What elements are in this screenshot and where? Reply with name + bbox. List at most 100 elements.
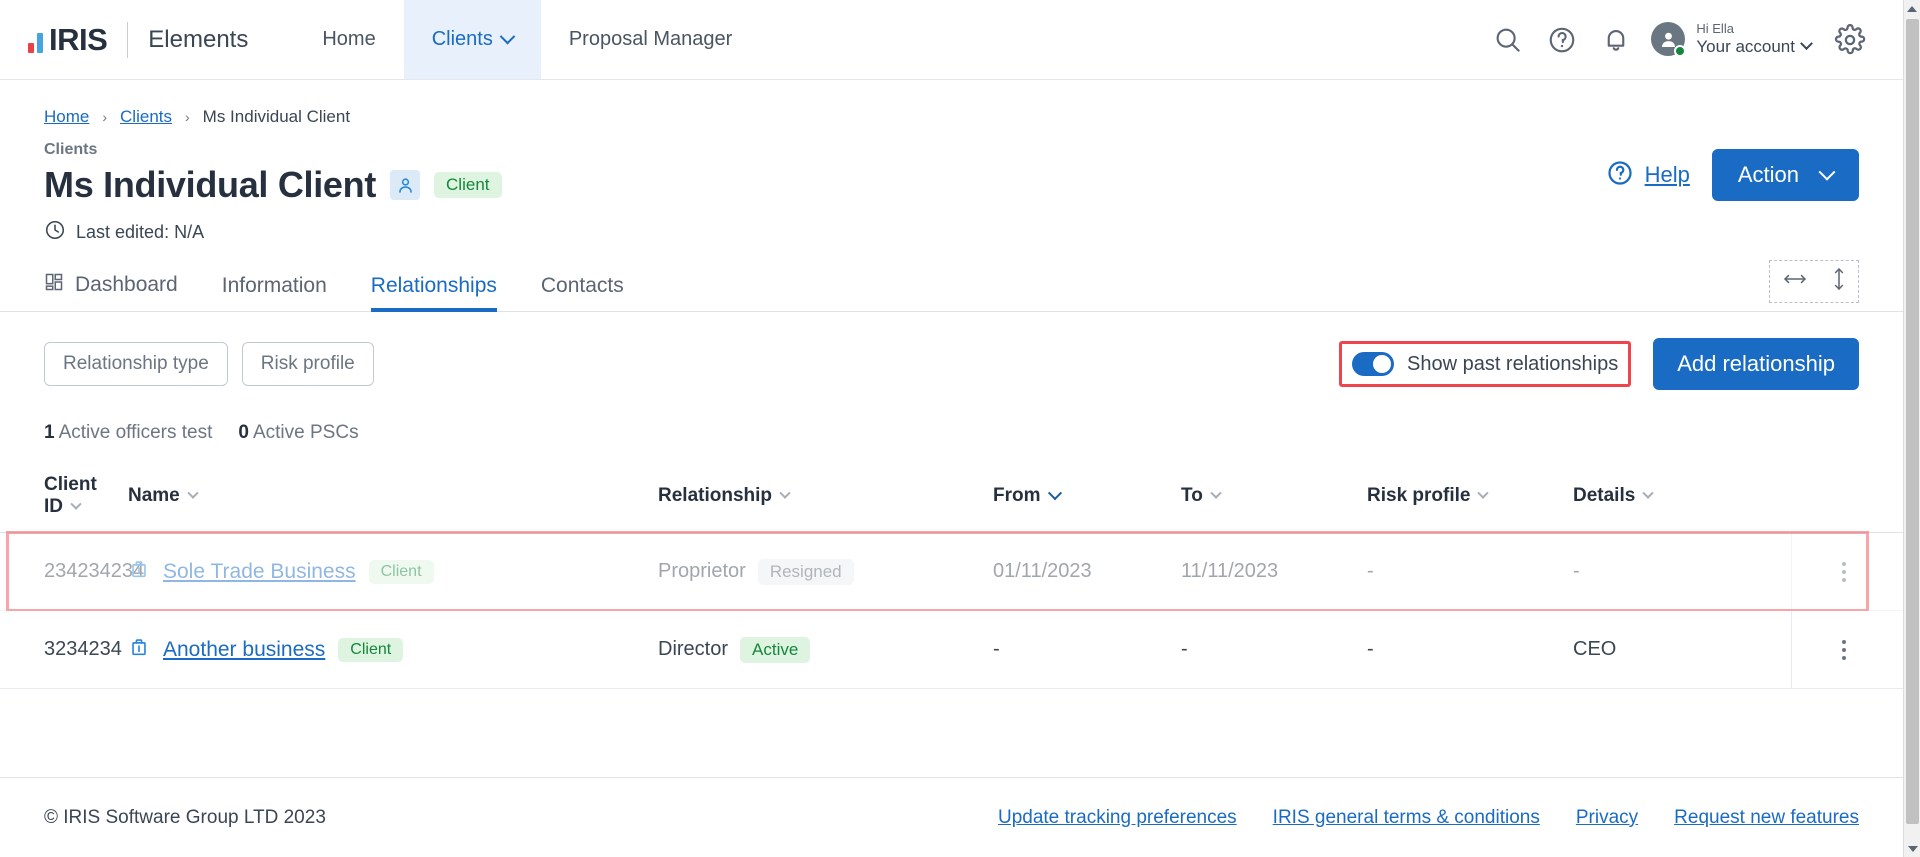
building-icon [128,558,150,586]
row-actions [1753,532,1903,611]
person-icon [390,170,421,200]
cell-relationship: Director Active [658,636,993,663]
column-header-details[interactable]: Details [1573,485,1753,507]
count-active-officers-label: Active officers test [58,422,213,443]
tab-dashboard-label: Dashboard [75,273,178,296]
tab-relationships[interactable]: Relationships [370,274,512,312]
action-button-label: Action [1737,162,1799,187]
row-actions [1753,610,1903,689]
toggle-knob [1372,355,1391,373]
gear-icon[interactable] [1823,13,1877,67]
page-scrollbar[interactable] [1903,0,1920,857]
cell-details: CEO [1573,638,1617,660]
row-menu-button[interactable] [1791,610,1865,689]
scroll-down-arrow-icon[interactable] [1904,840,1920,857]
chevron-down-icon [1800,37,1813,51]
cell-name-badge: Client [338,637,404,662]
cell-name-badge: Client [368,559,434,584]
brand-logo[interactable]: IRIS Elements [0,0,248,79]
column-header-from[interactable]: From [993,485,1181,507]
last-edited-text: Last edited: N/A [76,222,205,242]
breadcrumb-item-home[interactable]: Home [44,107,89,127]
chevron-down-icon [1047,486,1062,501]
grid-icon [44,272,64,298]
page-title: Ms Individual Client [44,164,377,205]
cell-client-id: 234234234 [44,560,145,582]
footer-link-privacy[interactable]: Privacy [1576,807,1638,829]
row-menu-button[interactable] [1791,532,1865,611]
footer-link-request-new-features[interactable]: Request new features [1674,807,1859,829]
add-relationship-button[interactable]: Add relationship [1653,338,1859,390]
count-active-pscs-label: Active PSCs [252,422,359,443]
cell-name-link[interactable]: Sole Trade Business [163,560,356,584]
breadcrumb-item-current: Ms Individual Client [202,107,351,126]
nav-item-clients[interactable]: Clients [403,0,541,79]
filter-relationship-type[interactable]: Relationship type [44,342,228,386]
count-active-officers-value: 1 [44,422,55,443]
tab-dashboard[interactable]: Dashboard [44,272,193,311]
building-icon [128,636,150,664]
cell-details: - [1573,560,1580,582]
show-past-relationships-toggle[interactable]: Show past relationships [1338,341,1632,387]
account-menu[interactable]: Hi Ella Your account [1651,21,1813,58]
show-past-relationships-label: Show past relationships [1406,352,1619,375]
cell-to: 11/11/2023 [1181,560,1279,582]
page-footer: © IRIS Software Group LTD 2023 Update tr… [0,777,1903,857]
table-row[interactable]: 3234234 Another business Client Director [0,610,1903,689]
tab-contacts[interactable]: Contacts [541,274,639,311]
nav-item-home-label: Home [322,28,376,50]
help-circle-icon[interactable] [1535,13,1589,67]
resize-horizontal-icon[interactable] [1782,271,1808,292]
cell-from: 01/11/2023 [993,560,1092,582]
count-active-pscs: 0 Active PSCs [238,422,358,444]
count-active-officers: 1 Active officers test [44,422,212,444]
column-header-risk-profile[interactable]: Risk profile [1367,485,1573,507]
cell-relationship-status: Resigned [757,558,854,585]
nav-item-home[interactable]: Home [294,0,403,79]
column-header-client-id[interactable]: Client ID [0,474,128,518]
nav-item-clients-label: Clients [431,28,493,50]
brand-divider [127,21,129,58]
scroll-up-arrow-icon[interactable] [1904,0,1920,17]
chevron-down-icon [187,487,199,499]
resize-vertical-icon[interactable] [1831,266,1847,297]
toggle-switch[interactable] [1351,352,1394,376]
cell-name-link[interactable]: Another business [163,638,325,662]
relationships-table: Client ID Name Relationship From To Risk… [0,466,1903,689]
column-header-name[interactable]: Name [128,485,658,507]
chevron-down-icon [70,498,82,510]
action-button[interactable]: Action [1711,149,1859,201]
scrollbar-thumb[interactable] [1906,19,1919,824]
footer-links: Update tracking preferences IRIS general… [998,807,1859,829]
cell-from: - [993,638,1000,660]
filter-risk-profile[interactable]: Risk profile [241,342,374,386]
help-label: Help [1644,162,1690,187]
column-header-to[interactable]: To [1181,485,1367,507]
cell-relationship: Proprietor Resigned [658,558,993,585]
cell-risk-profile: - [1367,560,1374,582]
bell-icon[interactable] [1589,13,1643,67]
account-greeting: Hi Ella [1696,21,1734,37]
avatar [1651,22,1687,58]
filter-bar: Relationship type Risk profile Show past… [0,312,1903,390]
column-header-relationship[interactable]: Relationship [658,485,993,507]
table-row[interactable]: 234234234 Sole Trade Business Client Pro… [0,531,1903,612]
tab-information[interactable]: Information [222,274,342,311]
cell-name: Another business Client [128,636,658,664]
account-label: Your account [1696,37,1795,57]
nav-item-proposal-manager[interactable]: Proposal Manager [541,0,760,79]
footer-link-update-tracking-preferences[interactable]: Update tracking preferences [998,807,1237,829]
tab-contacts-label: Contacts [540,274,624,297]
cell-to: - [1181,638,1188,660]
footer-link-terms-conditions[interactable]: IRIS general terms & conditions [1273,807,1540,829]
chevron-down-icon [779,487,791,499]
resize-controls [1769,260,1859,303]
copyright-text: © IRIS Software Group LTD 2023 [44,806,326,828]
count-active-pscs-value: 0 [238,422,249,443]
help-link[interactable]: Help [1606,159,1690,192]
breadcrumb-item-clients[interactable]: Clients [120,107,172,127]
search-icon[interactable] [1481,13,1535,67]
chevron-down-icon [1210,487,1222,499]
cell-relationship-text: Proprietor [658,560,746,582]
chevron-down-icon [1477,487,1490,499]
